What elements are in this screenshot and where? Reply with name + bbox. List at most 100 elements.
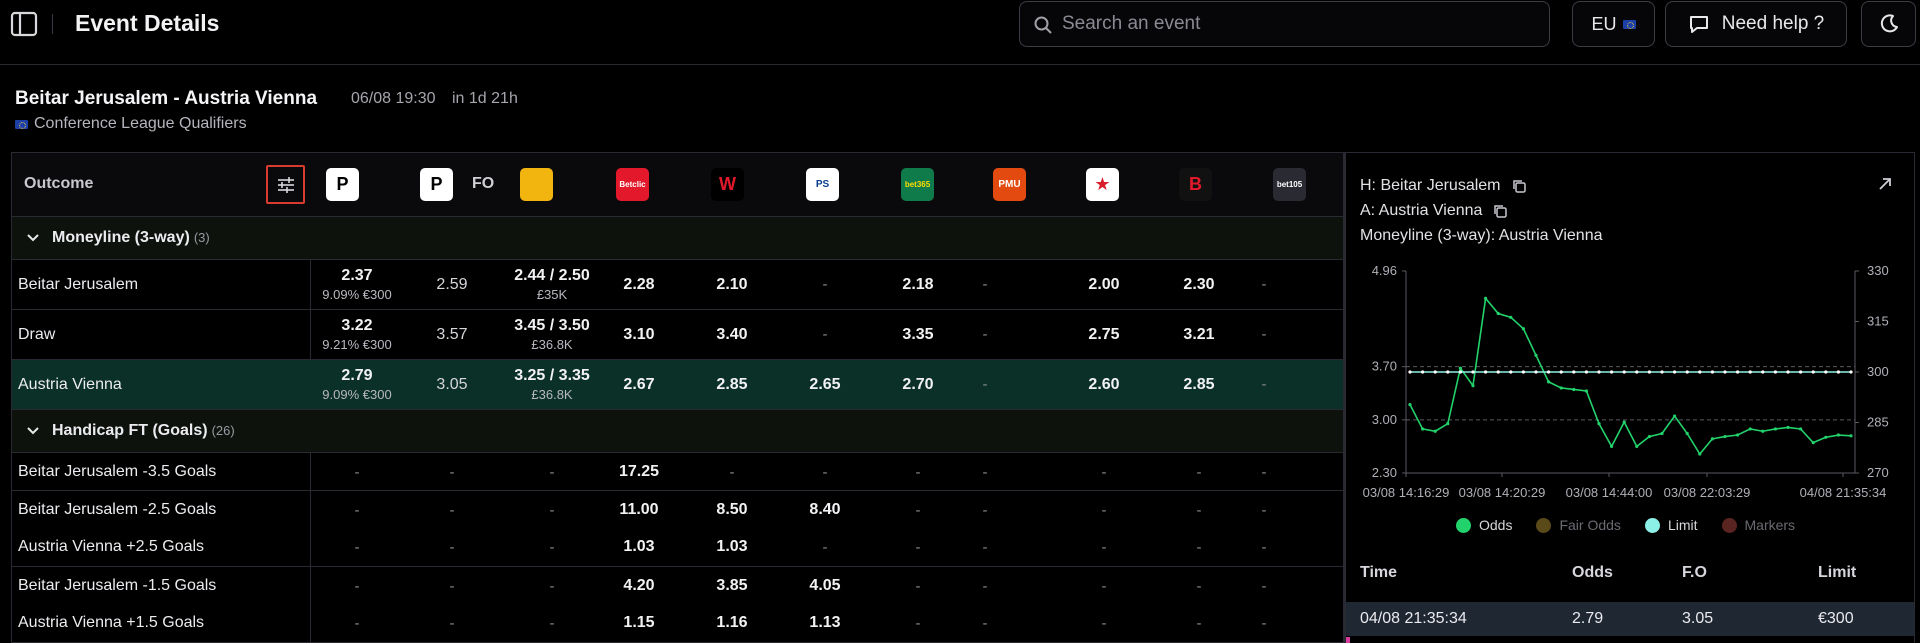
odds-value: 4.20 xyxy=(623,577,655,594)
data-point-odds xyxy=(1710,437,1714,441)
odds-value: - xyxy=(449,577,455,595)
bookmaker-logo-pmu: PMU xyxy=(993,168,1026,201)
odds-value: 1.03 xyxy=(623,538,655,555)
odds-value: 1.13 xyxy=(809,614,841,631)
y-left-tick-label: 3.70 xyxy=(1372,359,1397,374)
data-point-odds xyxy=(1408,403,1412,407)
market-name: Handicap FT (Goals) (26) xyxy=(52,422,235,439)
data-point-odds xyxy=(1421,427,1425,431)
table-row[interactable]: Beitar Jerusalem 2.37 9.09% €300 2.59 2.44 /… xyxy=(12,260,1343,310)
table-row[interactable]: Austria Vienna +2.5 Goals - - - 1.03 1.03 - - - -… xyxy=(12,528,1343,566)
y-right-tick-label: 300 xyxy=(1867,364,1889,379)
odds-cell[interactable]: - xyxy=(925,491,1045,529)
copy-icon[interactable] xyxy=(1492,203,1508,219)
odds-value: 2.65 xyxy=(809,375,841,393)
odds-cell[interactable]: - xyxy=(1204,260,1324,309)
search-icon xyxy=(1034,16,1052,34)
history-row[interactable]: 04/08 21:35:34 2.79 3.05 €300 xyxy=(1346,602,1914,636)
odds-value: - xyxy=(549,501,555,519)
odds-cell[interactable]: - xyxy=(925,310,1045,359)
table-row[interactable]: Draw 3.22 9.21% €300 3.57 3.45 / 3.50 £36.8K 3… xyxy=(12,310,1343,360)
odds-value: 2.67 xyxy=(623,375,655,393)
data-point-limit xyxy=(1849,370,1853,374)
odds-value: 2.37 xyxy=(341,267,373,284)
sidebar-toggle-icon[interactable] xyxy=(10,10,38,38)
odds-cell[interactable]: - xyxy=(1204,310,1324,359)
odds-cell[interactable]: - xyxy=(1204,491,1324,529)
search-input[interactable] xyxy=(1062,2,1532,46)
market-group-header[interactable]: Moneyline (3-way) (3) xyxy=(12,217,1343,260)
odds-value: - xyxy=(1261,326,1267,343)
odds-cell[interactable]: - xyxy=(925,260,1045,309)
chevron-down-icon[interactable] xyxy=(26,424,40,438)
odds-cell[interactable]: - xyxy=(1204,567,1324,605)
legend-label: Markers xyxy=(1744,517,1796,533)
data-point-limit xyxy=(1635,370,1639,374)
data-point-odds xyxy=(1698,452,1702,456)
data-point-odds xyxy=(1534,353,1538,357)
theme-toggle-button[interactable] xyxy=(1861,1,1916,47)
legend-item-limit[interactable]: Limit xyxy=(1644,517,1698,533)
history-col-odds: Odds xyxy=(1572,564,1613,581)
data-point-odds xyxy=(1748,427,1752,431)
y-right-tick-label: 315 xyxy=(1867,314,1889,329)
region-selector-button[interactable]: EU xyxy=(1572,1,1655,47)
bookmaker-logo-pinnacle-fo: P xyxy=(420,168,453,201)
competition-label: Conference League Qualifiers xyxy=(15,115,247,133)
x-tick-label: 04/08 21:35:34 xyxy=(1800,485,1887,500)
outcome-label: Austria Vienna xyxy=(18,375,122,393)
odds-value: - xyxy=(1101,501,1107,519)
odds-cell[interactable]: - xyxy=(1204,360,1324,409)
history-fo: 3.05 xyxy=(1682,610,1714,627)
odds-value: - xyxy=(354,614,360,632)
copy-icon[interactable] xyxy=(1511,178,1527,194)
y-left-tick-label: 4.96 xyxy=(1372,263,1397,278)
odds-cell[interactable]: - xyxy=(925,567,1045,605)
odds-cell[interactable]: - xyxy=(925,528,1045,566)
legend-item-fair-odds[interactable]: Fair Odds xyxy=(1536,517,1621,533)
table-row[interactable]: Beitar Jerusalem -3.5 Goals - - - 17.25 - - - - -… xyxy=(12,453,1343,491)
data-point-limit xyxy=(1761,370,1765,374)
odds-value: - xyxy=(1261,463,1267,481)
odds-value: 2.00 xyxy=(1088,275,1120,293)
data-point-odds xyxy=(1584,389,1588,393)
table-row[interactable]: Austria Vienna +1.5 Goals - - - 1.15 1.16 1.13… xyxy=(12,604,1343,642)
legend-item-odds[interactable]: Odds xyxy=(1456,517,1512,533)
odds-cell[interactable]: - xyxy=(925,453,1045,491)
x-tick-label: 03/08 14:20:29 xyxy=(1459,485,1546,500)
market-group-header[interactable]: Handicap FT (Goals) (26) xyxy=(12,410,1343,453)
odds-value: - xyxy=(449,538,455,556)
odds-history-chart: 4.96 3.70 3.00 2.30 330 315 300 285 270 03/08 14:… xyxy=(1363,263,1889,500)
table-row[interactable]: Beitar Jerusalem -2.5 Goals - - - 11.00 8.50 8… xyxy=(12,491,1343,529)
odds-subtext: £35K xyxy=(536,287,568,302)
odds-value: - xyxy=(1196,501,1202,519)
odds-cell[interactable]: - xyxy=(1204,453,1324,491)
data-point-limit xyxy=(1433,370,1437,374)
odds-history-panel: H: Beitar Jerusalem A: Austria Vienna Mo… xyxy=(1344,152,1915,643)
search-box[interactable] xyxy=(1019,1,1550,47)
bookmaker-logo-betonline: B xyxy=(1179,168,1212,201)
data-point-odds xyxy=(1660,431,1664,436)
odds-cell[interactable]: - xyxy=(925,604,1045,642)
odds-cell[interactable]: - xyxy=(925,360,1045,409)
data-point-odds xyxy=(1496,311,1500,316)
data-point-odds xyxy=(1736,433,1740,437)
odds-subtext: 9.21% €300 xyxy=(322,337,392,352)
odds-cell[interactable]: - xyxy=(1204,528,1324,566)
data-point-odds xyxy=(1761,429,1765,433)
legend-item-markers[interactable]: Markers xyxy=(1721,517,1796,533)
data-point-odds xyxy=(1433,429,1437,433)
odds-value: 3.22 xyxy=(341,317,373,334)
expand-icon[interactable] xyxy=(1876,175,1894,197)
data-point-limit xyxy=(1610,370,1614,374)
odds-value: 2.28 xyxy=(623,275,655,293)
table-row[interactable]: Austria Vienna 2.79 9.09% €300 3.05 3.25 / 3… xyxy=(12,360,1343,410)
odds-value: - xyxy=(354,538,360,556)
odds-value: 1.03 xyxy=(716,538,748,555)
filter-settings-button[interactable] xyxy=(266,165,305,204)
odds-value: - xyxy=(549,538,555,556)
table-row[interactable]: Beitar Jerusalem -1.5 Goals - - - 4.20 3.85 4.… xyxy=(12,567,1343,605)
chevron-down-icon[interactable] xyxy=(26,231,40,245)
odds-cell[interactable]: - xyxy=(1204,604,1324,642)
need-help-button[interactable]: Need help ? xyxy=(1665,1,1847,47)
